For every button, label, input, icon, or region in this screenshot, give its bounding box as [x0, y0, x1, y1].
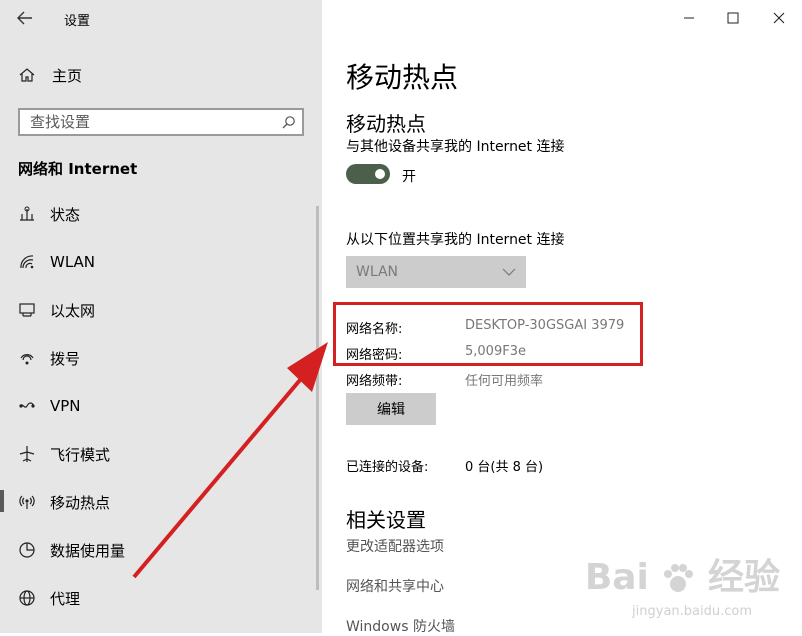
- hotspot-toggle[interactable]: [346, 164, 390, 184]
- related-link-firewall[interactable]: Windows 防火墙: [346, 616, 455, 636]
- related-link-adapter[interactable]: 更改适配器选项: [346, 536, 444, 556]
- globe-icon: [18, 589, 36, 607]
- watermark-text-2: 经验: [707, 557, 780, 598]
- sidebar-item-label: 状态: [50, 205, 81, 224]
- wifi-icon: [18, 253, 36, 271]
- sidebar-item-label: 拨号: [50, 349, 81, 368]
- minimize-button[interactable]: [674, 8, 704, 28]
- home-icon: [18, 66, 36, 84]
- maximize-button[interactable]: [718, 8, 748, 28]
- back-button[interactable]: [10, 6, 40, 30]
- sidebar-item-status[interactable]: 状态: [18, 200, 80, 228]
- sidebar-item-label: 以太网: [50, 301, 96, 320]
- edit-button[interactable]: 编辑: [346, 393, 436, 425]
- sidebar-item-label: 数据使用量: [50, 541, 126, 560]
- sidebar-item-label: 飞行模式: [50, 445, 111, 464]
- dialup-icon: [18, 349, 36, 367]
- network-band-label: 网络频带:: [346, 374, 403, 389]
- network-band-value: 任何可用频率: [465, 374, 544, 389]
- sidebar-item-vpn[interactable]: VPN: [18, 392, 81, 420]
- home-link[interactable]: 主页: [18, 62, 82, 88]
- share-from-select[interactable]: WLAN: [346, 256, 526, 288]
- sidebar-item-label: VPN: [50, 397, 81, 415]
- hotspot-icon: [18, 493, 36, 511]
- sidebar-item-proxy[interactable]: 代理: [18, 584, 80, 612]
- sidebar-scrollbar[interactable]: [316, 206, 319, 590]
- connected-devices-label: 已连接的设备:: [346, 460, 429, 475]
- search-box[interactable]: [18, 108, 304, 136]
- share-from-label: 从以下位置共享我的 Internet 连接: [346, 232, 565, 248]
- search-icon[interactable]: [282, 114, 296, 133]
- connected-devices-value: 0 台(共 8 台): [465, 460, 544, 475]
- chevron-down-icon: [502, 268, 516, 276]
- toggle-knob: [375, 169, 385, 179]
- status-icon: [18, 205, 36, 223]
- section-title: 网络和 Internet: [18, 160, 138, 178]
- paw-icon: [664, 564, 694, 592]
- sidebar-item-hotspot[interactable]: 移动热点: [18, 488, 110, 516]
- data-usage-icon: [18, 541, 36, 559]
- ethernet-icon: [18, 301, 36, 319]
- close-icon: [773, 12, 785, 24]
- sidebar-item-dialup[interactable]: 拨号: [18, 344, 80, 372]
- page-title: 移动热点: [346, 61, 459, 94]
- back-arrow-icon: [17, 11, 32, 25]
- sidebar: 设置 主页 网络和 Internet 状态 WLAN 以太网 拨号: [0, 0, 322, 633]
- search-input[interactable]: [20, 110, 270, 134]
- vpn-icon: [18, 397, 36, 415]
- hotspot-heading: 移动热点: [346, 112, 426, 136]
- sidebar-item-wlan[interactable]: WLAN: [18, 248, 95, 276]
- highlight-box: [333, 302, 643, 366]
- maximize-icon: [727, 12, 739, 24]
- toggle-state-label: 开: [402, 169, 416, 185]
- baidu-watermark: Bai 经验: [585, 548, 780, 600]
- watermark-text: Bai: [584, 557, 649, 598]
- share-description: 与其他设备共享我的 Internet 连接: [346, 139, 565, 155]
- sidebar-item-ethernet[interactable]: 以太网: [18, 296, 95, 324]
- sidebar-item-label: WLAN: [50, 253, 96, 271]
- sidebar-item-data-usage[interactable]: 数据使用量: [18, 536, 125, 564]
- sidebar-item-label: 移动热点: [50, 493, 111, 512]
- airplane-icon: [18, 445, 36, 463]
- related-settings-heading: 相关设置: [346, 508, 426, 532]
- sidebar-item-label: 代理: [50, 589, 81, 608]
- home-label: 主页: [52, 66, 83, 85]
- sidebar-item-airplane[interactable]: 飞行模式: [18, 440, 110, 468]
- minimize-icon: [684, 17, 694, 19]
- watermark-url: jingyan.baidu.com: [632, 604, 752, 619]
- related-link-sharing-center[interactable]: 网络和共享中心: [346, 576, 444, 596]
- share-from-value: WLAN: [356, 264, 399, 280]
- window-title: 设置: [64, 14, 91, 29]
- close-button[interactable]: [764, 8, 794, 28]
- active-indicator: [0, 490, 4, 512]
